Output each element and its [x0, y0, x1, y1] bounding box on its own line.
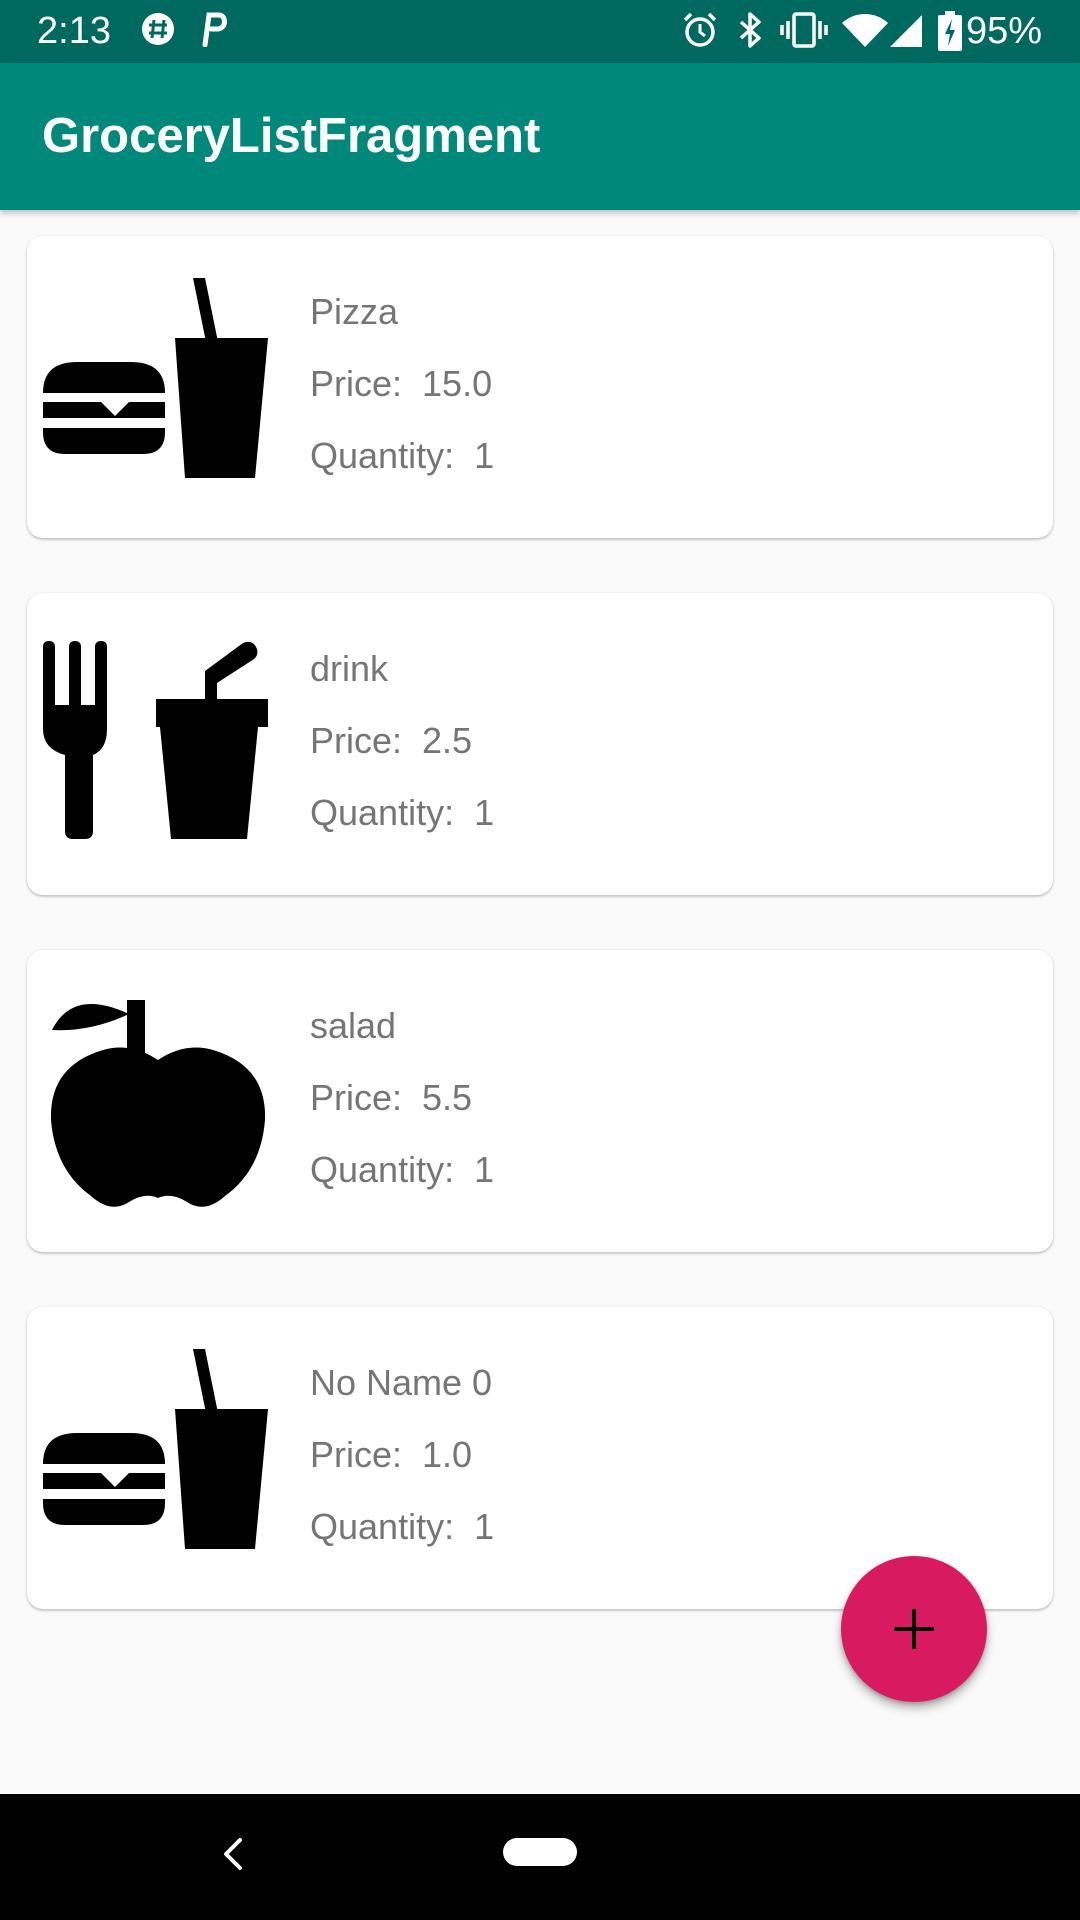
item-price: Price: 15.0	[310, 363, 493, 404]
add-icon	[894, 1609, 934, 1649]
navigation-bar	[0, 1794, 1080, 1920]
app-bar: GroceryListFragment	[0, 63, 1080, 210]
list-item[interactable]: Pizza Price: 15.0 Quantity: 1	[27, 236, 1053, 538]
item-price: Price: 5.5	[310, 1077, 473, 1118]
fastfood-icon	[43, 1349, 268, 1549]
bluetooth-icon	[739, 12, 761, 48]
home-pill-icon[interactable]	[503, 1838, 577, 1866]
wifi-icon	[842, 14, 888, 47]
item-price: Price: 1.0	[310, 1434, 473, 1475]
apple-icon	[50, 1000, 266, 1207]
status-bar: 2:13 95%	[0, 0, 1080, 63]
item-details: drink Price: 2.5 Quantity: 1	[310, 633, 494, 849]
p-icon	[202, 12, 227, 47]
add-item-button[interactable]	[841, 1556, 987, 1702]
item-name: drink	[310, 648, 389, 689]
page-title: GroceryListFragment	[42, 109, 541, 163]
alarm-icon	[683, 12, 717, 47]
status-time: 2:13	[37, 10, 111, 52]
item-name: No Name 0	[310, 1362, 493, 1403]
item-name: salad	[310, 1005, 397, 1046]
list-item[interactable]: salad Price: 5.5 Quantity: 1	[27, 950, 1053, 1252]
list-item[interactable]: drink Price: 2.5 Quantity: 1	[27, 593, 1053, 895]
local-drink-icon	[43, 641, 268, 839]
item-details: No Name 0 Price: 1.0 Quantity: 1	[310, 1347, 494, 1563]
item-details: salad Price: 5.5 Quantity: 1	[310, 990, 494, 1206]
item-quantity: Quantity: 1	[310, 1149, 495, 1190]
battery-percent: 95%	[965, 10, 1042, 52]
fastfood-icon	[43, 278, 268, 478]
signal-icon	[890, 15, 922, 47]
back-icon[interactable]	[218, 1834, 248, 1874]
item-quantity: Quantity: 1	[310, 435, 495, 476]
item-details: Pizza Price: 15.0 Quantity: 1	[310, 276, 494, 492]
item-price: Price: 2.5	[310, 720, 473, 761]
item-quantity: Quantity: 1	[310, 1506, 495, 1547]
vibrate-icon	[780, 12, 828, 48]
item-quantity: Quantity: 1	[310, 792, 495, 833]
item-name: Pizza	[310, 291, 399, 332]
battery-icon	[938, 11, 962, 51]
slack-icon	[142, 13, 174, 45]
